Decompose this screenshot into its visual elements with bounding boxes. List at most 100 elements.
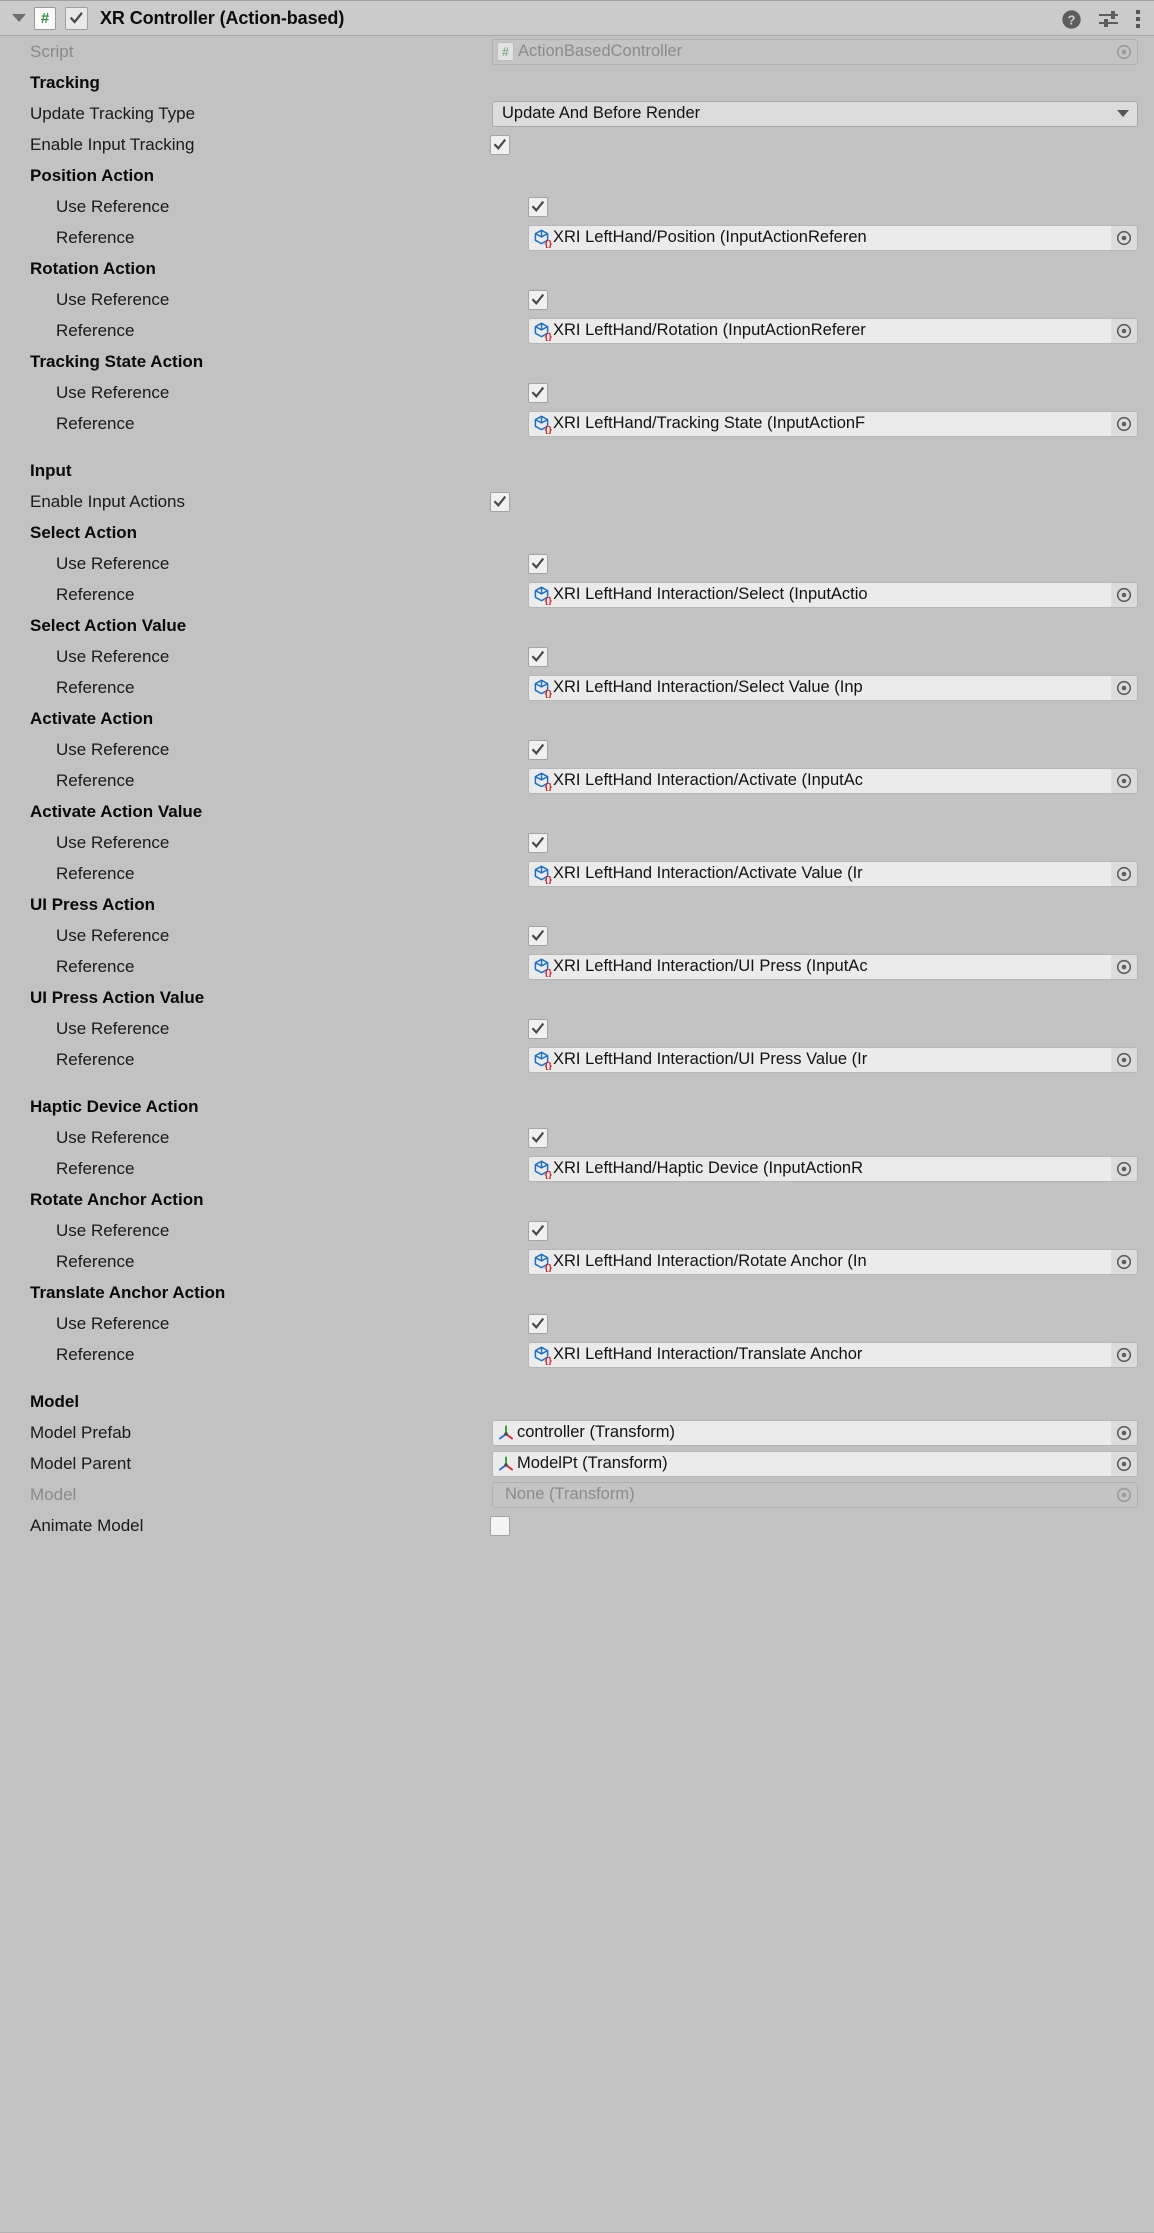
transform-icon: [496, 1454, 516, 1474]
object-field-value: XRI LeftHand/Tracking State (InputAction…: [553, 414, 866, 432]
scriptable-object-icon: {}: [534, 958, 552, 977]
object-picker-button[interactable]: [1111, 675, 1137, 700]
scriptable-object-icon: {}: [532, 1252, 552, 1272]
property-row: Reference {} XRI LeftHand Interaction/Ro…: [0, 1246, 1154, 1277]
scriptable-object-icon: {}: [534, 1253, 552, 1272]
object-field[interactable]: controller (Transform): [492, 1419, 1138, 1446]
object-picker-button[interactable]: [1111, 861, 1137, 886]
section-title: Translate Anchor Action: [30, 1282, 226, 1302]
checkmark-icon: [493, 138, 507, 150]
checkbox-use-reference[interactable]: [528, 1127, 548, 1148]
object-picker-button[interactable]: [1111, 1420, 1137, 1445]
checkmark-icon: [69, 11, 83, 24]
object-field[interactable]: {} XRI LeftHand/Haptic Device (InputActi…: [528, 1155, 1138, 1182]
object-field[interactable]: ModelPt (Transform): [492, 1450, 1138, 1477]
object-picker-button[interactable]: [1111, 582, 1137, 607]
section-header: Haptic Device Action: [0, 1091, 1154, 1122]
field-label: Reference: [56, 863, 135, 883]
property-row: Use Reference: [0, 191, 1154, 222]
checkbox-use-reference[interactable]: [528, 832, 548, 853]
object-field-value: None (Transform): [505, 1485, 635, 1503]
object-field[interactable]: {} XRI LeftHand/Rotation (InputActionRef…: [528, 317, 1138, 344]
checkmark-icon: [531, 836, 545, 848]
scriptable-object-icon: {}: [532, 321, 552, 341]
object-field[interactable]: {} XRI LeftHand Interaction/Activate Val…: [528, 860, 1138, 887]
kebab-menu-icon[interactable]: [1136, 10, 1140, 28]
field-label: Reference: [56, 584, 135, 604]
object-field[interactable]: {} XRI LeftHand/Position (InputActionRef…: [528, 224, 1138, 251]
object-field-value: ModelPt (Transform): [517, 1454, 668, 1472]
checkbox-enable-input-tracking[interactable]: [490, 134, 510, 155]
section-header: Select Action Value: [0, 610, 1154, 641]
checkbox-use-reference[interactable]: [528, 925, 548, 946]
scriptable-object-icon: {}: [534, 586, 552, 605]
inspector-panel: XR Controller (Action-based) ?: [0, 0, 1154, 2233]
scriptable-object-icon: {}: [532, 1050, 552, 1070]
object-field-value: XRI LeftHand Interaction/Translate Ancho…: [553, 1345, 863, 1363]
object-field[interactable]: {} XRI LeftHand Interaction/Activate (In…: [528, 767, 1138, 794]
object-picker-button[interactable]: [1111, 1047, 1137, 1072]
preset-sliders-icon[interactable]: [1098, 9, 1120, 30]
checkbox-use-reference[interactable]: [528, 553, 548, 574]
help-icon[interactable]: ?: [1061, 9, 1082, 30]
section-title: Select Action Value: [30, 615, 187, 635]
checkbox-animate-model[interactable]: [490, 1515, 510, 1536]
checkbox-enable-input-actions[interactable]: [490, 491, 510, 512]
object-picker-icon: [1116, 773, 1132, 788]
object-picker-icon: [1116, 230, 1132, 245]
object-picker-icon: [1116, 1347, 1132, 1362]
object-picker-icon: [1116, 680, 1132, 695]
checkbox-use-reference[interactable]: [528, 196, 548, 217]
checkbox-use-reference[interactable]: [528, 646, 548, 667]
section-header: Activate Action Value: [0, 796, 1154, 827]
object-picker-button[interactable]: [1111, 1156, 1137, 1181]
svg-text:{}: {}: [545, 331, 552, 341]
section-title: Rotate Anchor Action: [30, 1189, 204, 1209]
checkmark-icon: [531, 1317, 545, 1329]
property-row: Use Reference: [0, 827, 1154, 858]
object-field-value: XRI LeftHand Interaction/Select (InputAc…: [553, 585, 868, 603]
field-label: Use Reference: [56, 832, 170, 852]
object-field[interactable]: {} XRI LeftHand Interaction/Translate An…: [528, 1341, 1138, 1368]
object-field[interactable]: {} XRI LeftHand Interaction/Rotate Ancho…: [528, 1248, 1138, 1275]
checkbox-use-reference[interactable]: [528, 1018, 548, 1039]
object-picker-button[interactable]: [1111, 1451, 1137, 1476]
scriptable-object-icon: {}: [532, 1159, 552, 1179]
section-title: Tracking: [30, 72, 100, 92]
object-picker-button[interactable]: [1111, 225, 1137, 250]
dropdown-value: Update And Before Render: [502, 104, 701, 122]
object-field[interactable]: {} XRI LeftHand Interaction/Select Value…: [528, 674, 1138, 701]
component-header[interactable]: XR Controller (Action-based) ?: [0, 0, 1154, 36]
object-picker-button[interactable]: [1111, 1249, 1137, 1274]
object-field[interactable]: {} XRI LeftHand/Tracking State (InputAct…: [528, 410, 1138, 437]
script-field-value: ActionBasedController: [518, 42, 683, 60]
object-field[interactable]: {} XRI LeftHand Interaction/UI Press Val…: [528, 1046, 1138, 1073]
svg-text:{}: {}: [545, 595, 552, 605]
object-picker-button[interactable]: [1111, 768, 1137, 793]
object-picker-button[interactable]: [1111, 1342, 1137, 1367]
scriptable-object-icon: {}: [534, 322, 552, 341]
checkbox-use-reference[interactable]: [528, 382, 548, 403]
checkbox-use-reference[interactable]: [528, 289, 548, 310]
property-row: Use Reference: [0, 734, 1154, 765]
svg-text:{}: {}: [545, 781, 552, 791]
object-field-value: XRI LeftHand Interaction/Select Value (I…: [553, 678, 863, 696]
checkbox-use-reference[interactable]: [528, 1220, 548, 1241]
checkbox-use-reference[interactable]: [528, 739, 548, 760]
object-picker-button[interactable]: [1111, 954, 1137, 979]
checkbox-use-reference[interactable]: [528, 1313, 548, 1334]
scriptable-object-icon: {}: [532, 1345, 552, 1365]
component-enabled-checkbox[interactable]: [65, 6, 88, 30]
object-picker-button[interactable]: [1111, 318, 1137, 343]
object-picker-button[interactable]: [1111, 411, 1137, 436]
object-field[interactable]: {} XRI LeftHand Interaction/Select (Inpu…: [528, 581, 1138, 608]
foldout-triangle-down-icon[interactable]: [10, 9, 28, 27]
transform-icon: [496, 1423, 516, 1443]
field-label: Use Reference: [56, 1018, 170, 1038]
dropdown-update-tracking-type[interactable]: Update And Before Render: [492, 100, 1138, 127]
checkmark-icon: [531, 1022, 545, 1034]
scriptable-object-icon: {}: [534, 772, 552, 791]
object-field[interactable]: {} XRI LeftHand Interaction/UI Press (In…: [528, 953, 1138, 980]
